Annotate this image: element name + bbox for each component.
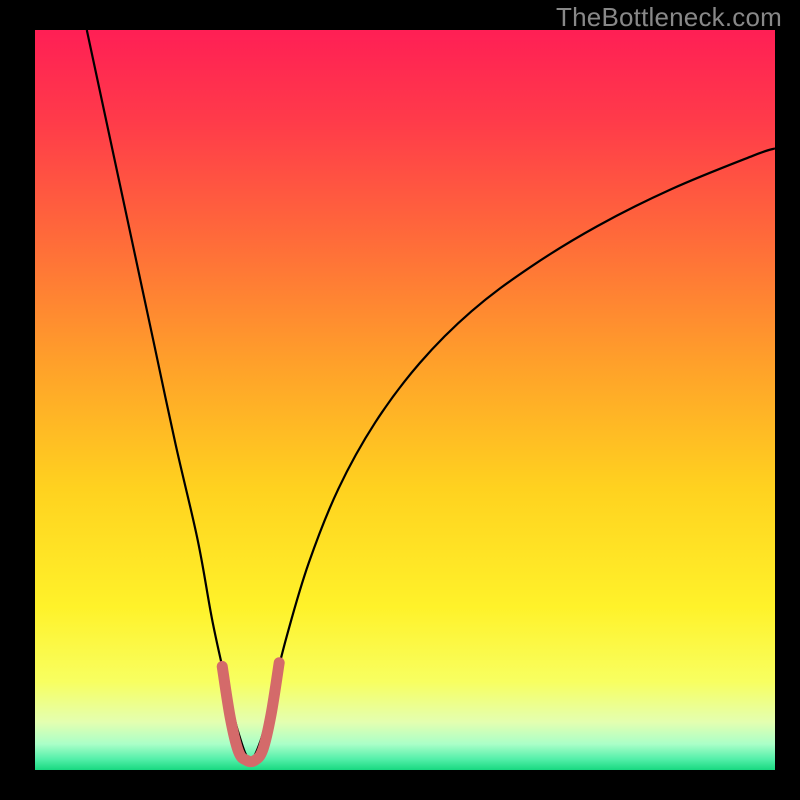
bottleneck-chart bbox=[0, 0, 800, 800]
watermark-text: TheBottleneck.com bbox=[556, 2, 782, 33]
chart-frame: { "watermark": "TheBottleneck.com", "cha… bbox=[0, 0, 800, 800]
gradient-background bbox=[35, 30, 775, 770]
